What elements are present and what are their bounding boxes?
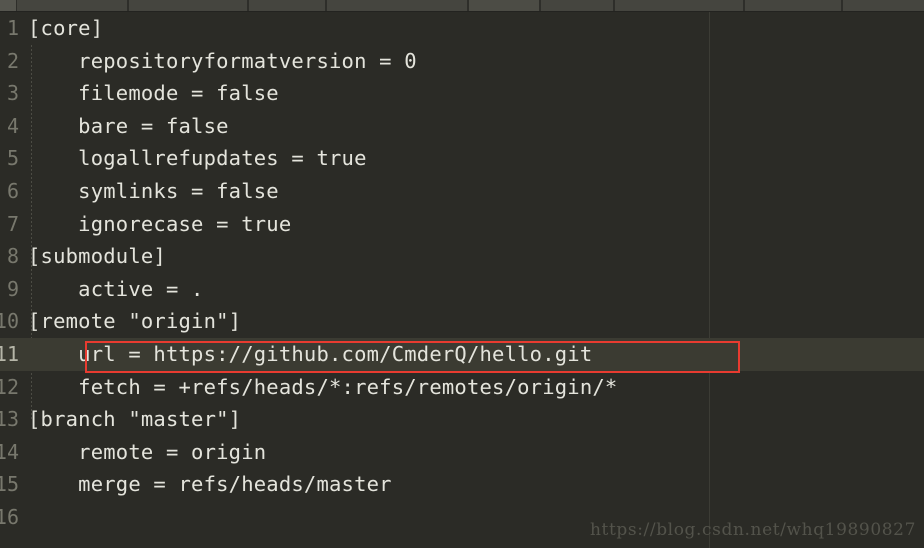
code-line[interactable]: 10 [remote "origin"] <box>0 305 924 338</box>
line-number: 8 <box>6 244 19 269</box>
line-number: 6 <box>6 178 19 203</box>
line-number: 11 <box>0 341 19 366</box>
code-line[interactable]: 7 ignorecase = true <box>0 208 924 241</box>
line-content: symlinks = false <box>28 178 279 203</box>
line-content: [core] <box>28 16 104 40</box>
code-line[interactable]: 3 filemode = false <box>0 77 924 110</box>
code-line[interactable]: 13 [branch "master"] <box>0 403 924 436</box>
watermark-text: https://blog.csdn.net/whq19890827 <box>590 520 916 540</box>
code-line-list[interactable]: 1 [core] 2 repositoryformatversion = 0 3… <box>0 12 924 534</box>
code-line[interactable]: 15 merge = refs/heads/master <box>0 468 924 501</box>
line-content: [submodule] <box>28 244 166 269</box>
code-line[interactable]: 9 active = . <box>0 273 924 306</box>
code-line[interactable]: 4 bare = false <box>0 110 924 143</box>
line-content: logallrefupdates = true <box>28 146 367 171</box>
line-number: 3 <box>6 81 19 106</box>
line-content: remote = origin <box>28 439 267 464</box>
line-number: 9 <box>6 276 19 301</box>
line-content: [branch "master"] <box>28 407 242 432</box>
code-line-current[interactable]: 11 url = https://github.com/CmderQ/hello… <box>0 337 924 371</box>
line-number: 2 <box>6 48 19 73</box>
line-content: fetch = +refs/heads/*:refs/remotes/origi… <box>28 374 618 399</box>
line-number: 12 <box>0 374 19 399</box>
line-number: 14 <box>0 439 19 464</box>
line-content: bare = false <box>28 113 229 138</box>
tab-strip-corner <box>0 0 16 11</box>
editor-tab[interactable] <box>614 0 744 11</box>
line-content: url = https://github.com/CmderQ/hello.gi… <box>28 341 593 366</box>
editor-tab[interactable] <box>744 0 842 11</box>
line-number: 1 <box>6 16 19 40</box>
line-content: merge = refs/heads/master <box>28 472 392 497</box>
editor-tab-active[interactable] <box>468 0 540 11</box>
line-number: 7 <box>6 211 19 236</box>
code-editor-area[interactable]: 1 [core] 2 repositoryformatversion = 0 3… <box>0 12 924 548</box>
line-content: repositoryformatversion = 0 <box>28 48 417 73</box>
editor-tab[interactable] <box>540 0 614 11</box>
line-number: 13 <box>0 407 19 432</box>
line-content: active = . <box>28 276 204 301</box>
tab-strip[interactable] <box>0 0 924 12</box>
line-content: ignorecase = true <box>28 211 292 236</box>
line-number: 10 <box>0 309 19 334</box>
editor-window: 1 [core] 2 repositoryformatversion = 0 3… <box>0 0 924 548</box>
line-number: 16 <box>0 504 19 529</box>
editor-tab[interactable] <box>16 0 128 11</box>
line-content: filemode = false <box>28 81 279 106</box>
line-number: 15 <box>0 472 19 497</box>
line-number: 4 <box>6 113 19 138</box>
code-line[interactable]: 14 remote = origin <box>0 436 924 469</box>
code-line[interactable]: 2 repositoryformatversion = 0 <box>0 45 924 78</box>
code-line[interactable]: 6 symlinks = false <box>0 175 924 208</box>
code-line[interactable]: 5 logallrefupdates = true <box>0 142 924 175</box>
editor-tab[interactable] <box>128 0 248 11</box>
code-line[interactable]: 1 [core] <box>0 12 924 45</box>
code-line[interactable]: 12 fetch = +refs/heads/*:refs/remotes/or… <box>0 371 924 404</box>
line-content: [remote "origin"] <box>28 309 242 334</box>
editor-tab[interactable] <box>326 0 468 11</box>
editor-tab[interactable] <box>248 0 326 11</box>
editor-tab[interactable] <box>842 0 924 11</box>
line-number: 5 <box>6 146 19 171</box>
code-line[interactable]: 8 [submodule] <box>0 240 924 273</box>
